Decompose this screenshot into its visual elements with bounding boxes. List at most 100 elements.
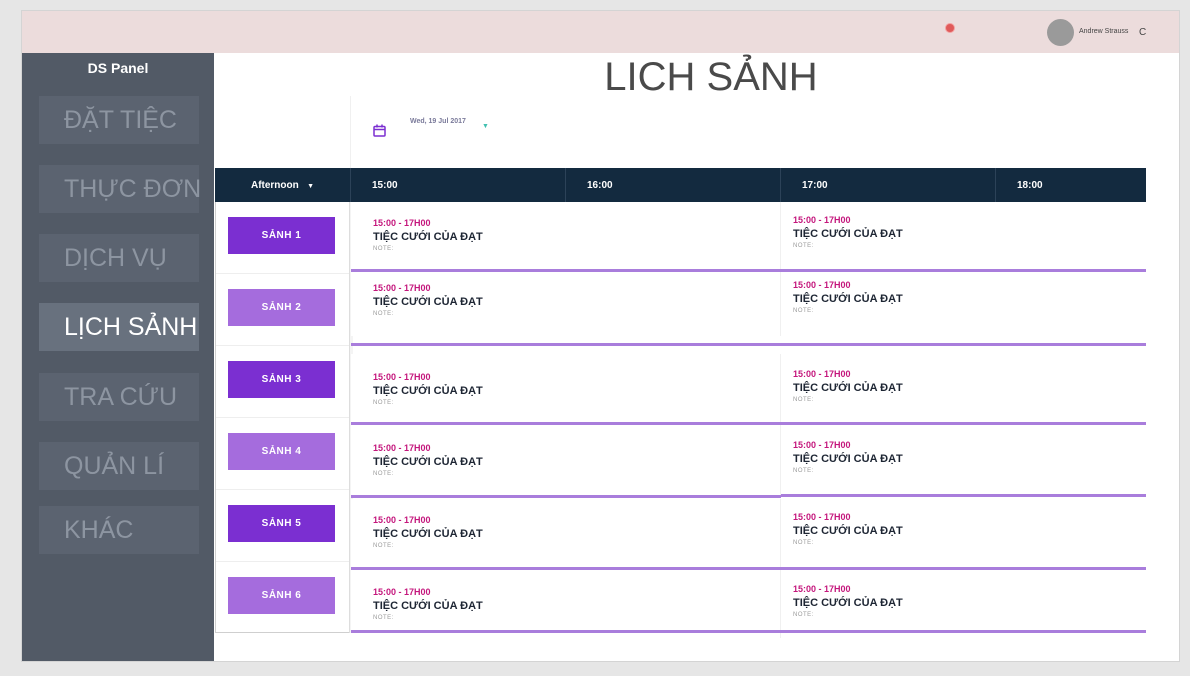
time-slot: 17:00	[780, 168, 995, 202]
schedule-row: 15:00 - 17H00 TIỆC CƯỚI CỦA ĐẠT NOTE: 15…	[351, 425, 1146, 495]
avatar[interactable]	[1047, 19, 1074, 46]
schedule-row: 15:00 - 17H00 TIỆC CƯỚI CỦA ĐẠT NOTE: 15…	[351, 354, 1146, 422]
brand-title: DS Panel	[87, 60, 149, 76]
period-select[interactable]: Afternoon ▼	[215, 168, 350, 202]
event-card[interactable]: 15:00 - 17H00 TIỆC CƯỚI CỦA ĐẠT NOTE:	[373, 218, 483, 252]
event-note: NOTE:	[793, 243, 814, 249]
row-divider	[781, 494, 1146, 497]
event-title: TIỆC CƯỚI CỦA ĐẠT	[793, 228, 903, 240]
schedule-row: 15:00 - 17H00 TIỆC CƯỚI CỦA ĐẠT NOTE: 15…	[351, 570, 1146, 638]
sidebar-item-dich-vu[interactable]: DỊCH VỤ	[39, 234, 199, 282]
period-label: Afternoon	[250, 180, 299, 191]
event-note: NOTE:	[373, 311, 394, 317]
top-bar: Andrew Strauss C	[22, 11, 1179, 53]
divider	[780, 202, 781, 272]
event-time: 15:00 - 17H00	[373, 218, 431, 228]
timeline-header: Afternoon ▼ 15:00 16:00 17:00 18:00	[215, 168, 1146, 202]
divider	[780, 425, 781, 495]
period-caret-icon: ▼	[307, 183, 315, 190]
user-name[interactable]: Andrew Strauss	[1079, 28, 1128, 35]
event-note: NOTE:	[373, 543, 394, 549]
event-card[interactable]: 15:00 - 17H00 TIỆC CƯỚI CỦA ĐẠT NOTE:	[793, 512, 903, 546]
divider	[216, 417, 350, 418]
room-button-1[interactable]: SẢNH 1	[228, 217, 335, 254]
event-time: 15:00 - 17H00	[373, 443, 431, 453]
event-note: NOTE:	[793, 540, 814, 546]
event-card[interactable]: 15:00 - 17H00 TIỆC CƯỚI CỦA ĐẠT NOTE:	[793, 215, 903, 249]
room-button-5[interactable]: SẢNH 5	[228, 505, 335, 542]
divider	[216, 345, 350, 346]
event-time: 15:00 - 17H00	[373, 587, 431, 597]
time-slot: 18:00	[995, 168, 1146, 202]
event-note: NOTE:	[793, 468, 814, 474]
room-button-3[interactable]: SẢNH 3	[228, 361, 335, 398]
sidebar: DS Panel ĐẶT TIỆC THỰC ĐƠN DỊCH VỤ LỊCH …	[22, 53, 214, 661]
event-note: NOTE:	[373, 615, 394, 621]
event-note: NOTE:	[793, 612, 814, 618]
event-title: TIỆC CƯỚI CỦA ĐẠT	[373, 456, 483, 468]
event-time: 15:00 - 17H00	[793, 369, 851, 379]
event-title: TIỆC CƯỚI CỦA ĐẠT	[373, 231, 483, 243]
page-title: LICH SẢNH	[604, 55, 818, 99]
notification-icon[interactable]	[945, 23, 955, 33]
event-note: NOTE:	[793, 397, 814, 403]
event-title: TIỆC CƯỚI CỦA ĐẠT	[793, 293, 903, 305]
event-card[interactable]: 15:00 - 17H00 TIỆC CƯỚI CỦA ĐẠT NOTE:	[373, 587, 483, 621]
room-button-2[interactable]: SẢNH 2	[228, 289, 335, 326]
divider	[780, 499, 781, 567]
sidebar-item-dat-tiec[interactable]: ĐẶT TIỆC	[39, 96, 199, 144]
app-window: Andrew Strauss C DS Panel ĐẶT TIỆC THỰC …	[21, 10, 1180, 662]
event-card[interactable]: 15:00 - 17H00 TIỆC CƯỚI CỦA ĐẠT NOTE:	[793, 440, 903, 474]
date-value[interactable]: Wed, 19 Jul 2017	[410, 118, 466, 125]
schedule-row: 15:00 - 17H00 TIỆC CƯỚI CỦA ĐẠT NOTE: 15…	[351, 499, 1146, 567]
room-button-6[interactable]: SẢNH 6	[228, 577, 335, 614]
event-title: TIỆC CƯỚI CỦA ĐẠT	[793, 453, 903, 465]
room-list: SẢNH 1 SẢNH 2 SẢNH 3 SẢNH 4 SẢNH 5 SẢNH …	[215, 202, 351, 633]
date-picker-bar: Wed, 19 Jul 2017 ▼	[350, 96, 1147, 168]
divider	[216, 273, 350, 274]
sidebar-item-khac[interactable]: KHÁC	[39, 506, 199, 554]
room-button-4[interactable]: SẢNH 4	[228, 433, 335, 470]
event-title: TIỆC CƯỚI CỦA ĐẠT	[373, 600, 483, 612]
event-time: 15:00 - 17H00	[373, 372, 431, 382]
row-divider	[351, 495, 781, 498]
event-title: TIỆC CƯỚI CỦA ĐẠT	[793, 597, 903, 609]
event-card[interactable]: 15:00 - 17H00 TIỆC CƯỚI CỦA ĐẠT NOTE:	[373, 372, 483, 406]
chevron-down-icon[interactable]: ▼	[482, 123, 489, 130]
schedule-row: 15:00 - 17H00 TIỆC CƯỚI CỦA ĐẠT NOTE: 15…	[351, 272, 1146, 336]
event-note: NOTE:	[373, 246, 394, 252]
sidebar-item-tra-cuu[interactable]: TRA CỨU	[39, 373, 199, 421]
calendar-icon[interactable]	[373, 124, 386, 137]
schedule-row: 15:00 - 17H00 TIỆC CƯỚI CỦA ĐẠT NOTE: 15…	[351, 202, 1146, 272]
event-card[interactable]: 15:00 - 17H00 TIỆC CƯỚI CỦA ĐẠT NOTE:	[793, 280, 903, 314]
event-time: 15:00 - 17H00	[793, 280, 851, 290]
event-note: NOTE:	[373, 400, 394, 406]
sidebar-item-lich-sanh[interactable]: LỊCH SẢNH	[39, 303, 199, 351]
event-card[interactable]: 15:00 - 17H00 TIỆC CƯỚI CỦA ĐẠT NOTE:	[793, 369, 903, 403]
event-time: 15:00 - 17H00	[793, 512, 851, 522]
time-slot: 15:00	[350, 168, 565, 202]
divider	[780, 272, 781, 336]
user-menu-caret[interactable]: C	[1139, 27, 1146, 38]
event-title: TIỆC CƯỚI CỦA ĐẠT	[373, 296, 483, 308]
event-time: 15:00 - 17H00	[373, 283, 431, 293]
event-time: 15:00 - 17H00	[373, 515, 431, 525]
event-card[interactable]: 15:00 - 17H00 TIỆC CƯỚI CỦA ĐẠT NOTE:	[793, 584, 903, 618]
row-divider	[351, 343, 1146, 346]
divider	[216, 489, 350, 490]
event-time: 15:00 - 17H00	[793, 215, 851, 225]
event-note: NOTE:	[793, 308, 814, 314]
event-time: 15:00 - 17H00	[793, 584, 851, 594]
divider	[780, 354, 781, 422]
sidebar-item-thuc-don[interactable]: THỰC ĐƠN	[39, 165, 201, 213]
event-card[interactable]: 15:00 - 17H00 TIỆC CƯỚI CỦA ĐẠT NOTE:	[373, 283, 483, 317]
event-title: TIỆC CƯỚI CỦA ĐẠT	[373, 528, 483, 540]
row-divider	[351, 630, 1146, 633]
event-time: 15:00 - 17H00	[793, 440, 851, 450]
divider	[780, 570, 781, 638]
event-title: TIỆC CƯỚI CỦA ĐẠT	[373, 385, 483, 397]
event-card[interactable]: 15:00 - 17H00 TIỆC CƯỚI CỦA ĐẠT NOTE:	[373, 515, 483, 549]
sidebar-item-quan-li[interactable]: QUẢN LÍ	[39, 442, 199, 490]
event-note: NOTE:	[373, 471, 394, 477]
event-card[interactable]: 15:00 - 17H00 TIỆC CƯỚI CỦA ĐẠT NOTE:	[373, 443, 483, 477]
